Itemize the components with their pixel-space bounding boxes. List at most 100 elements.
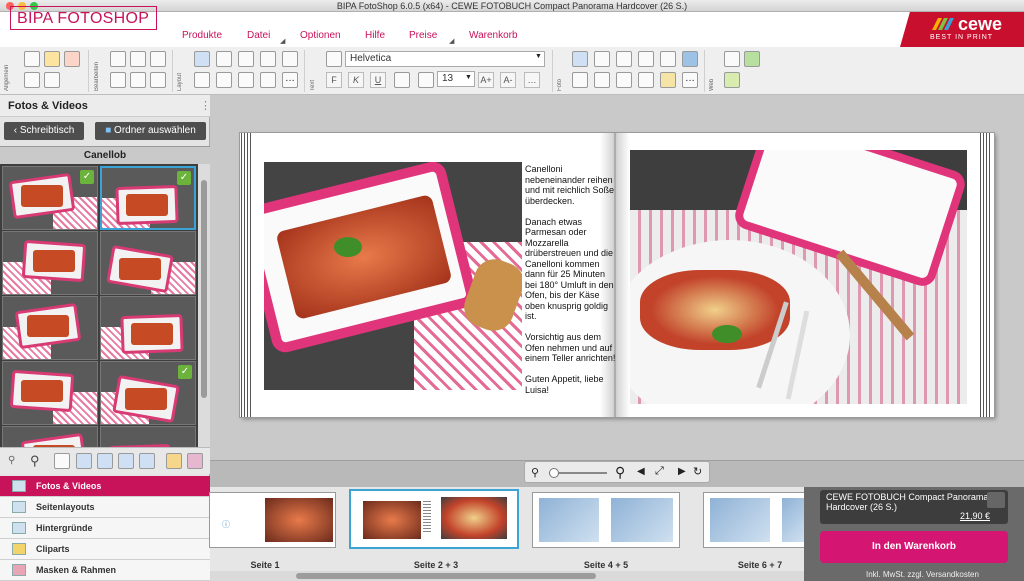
italic-button[interactable]: K <box>348 72 364 88</box>
grid-icon[interactable] <box>194 51 210 67</box>
menu-hilfe[interactable]: Hilfe <box>365 30 385 41</box>
spread-page-6-7[interactable] <box>704 493 804 547</box>
globe-icon[interactable] <box>682 51 698 67</box>
photo-thumbnail[interactable] <box>2 361 98 425</box>
filmstrip-scrollbar[interactable] <box>210 571 804 581</box>
photo-thumbnail[interactable] <box>100 231 196 295</box>
gift-icon[interactable] <box>64 51 80 67</box>
shadow-icon[interactable] <box>660 51 676 67</box>
view-large-icon[interactable] <box>118 453 134 469</box>
menu-optionen[interactable]: Optionen <box>300 30 341 41</box>
add-to-cart-button[interactable]: In den Warenkorb <box>820 531 1008 563</box>
photo-more-icon[interactable]: … <box>682 72 698 88</box>
right-page-photo[interactable] <box>630 150 967 404</box>
order-price[interactable]: 21,90 € <box>960 511 990 521</box>
save-as-icon[interactable] <box>24 72 40 88</box>
scrollbar-thumb[interactable] <box>296 573 596 579</box>
delete-icon[interactable] <box>150 51 166 67</box>
crop-icon[interactable] <box>638 51 654 67</box>
nav-fotos-videos[interactable]: Fotos & Videos <box>0 476 210 497</box>
photo-edit-icon[interactable] <box>572 51 588 67</box>
font-family-select[interactable]: Helvetica <box>345 51 545 67</box>
duplicate-icon[interactable] <box>150 72 166 88</box>
menu-produkte[interactable]: Produkte <box>182 30 222 41</box>
nav-hintergruende[interactable]: Hintergründe <box>0 518 210 539</box>
photo-grid-scrollbar[interactable] <box>198 164 210 447</box>
effects-icon[interactable] <box>616 72 632 88</box>
rotate-photo-icon[interactable] <box>616 51 632 67</box>
grid-view-icon[interactable] <box>54 453 70 469</box>
sort-icon[interactable] <box>187 453 203 469</box>
paste-icon[interactable] <box>130 51 146 67</box>
view-small-icon[interactable] <box>76 453 92 469</box>
font-color-icon[interactable] <box>394 72 410 88</box>
photo-thumbnail[interactable] <box>100 426 196 447</box>
copy-icon[interactable] <box>130 72 146 88</box>
text-more-icon[interactable]: … <box>524 72 540 88</box>
spread-page-1[interactable]: ⓘ <box>210 493 335 547</box>
remove-layout-icon[interactable] <box>260 72 276 88</box>
back-to-desktop-button[interactable]: ‹ Schreibtisch <box>4 122 84 140</box>
menu-warenkorb[interactable]: Warenkorb <box>469 30 518 41</box>
cut-icon[interactable] <box>110 72 126 88</box>
filter-icon[interactable] <box>166 453 182 469</box>
undo-icon[interactable] <box>216 72 232 88</box>
rotate-icon[interactable] <box>216 51 232 67</box>
fit-screen-icon[interactable]: ⤢ <box>655 465 664 478</box>
zoom-out-small-icon[interactable]: ⚲ <box>8 455 15 466</box>
photo-thumbnail[interactable] <box>100 296 196 360</box>
magnet-icon[interactable] <box>194 72 210 88</box>
text-box-icon[interactable] <box>326 51 342 67</box>
web-share-icon[interactable] <box>724 72 740 88</box>
scrollbar-thumb[interactable] <box>201 180 207 398</box>
chevron-right-icon[interactable]: ▶ <box>678 466 686 477</box>
new-project-icon[interactable] <box>44 51 60 67</box>
people-icon[interactable] <box>594 51 610 67</box>
zoom-out-icon[interactable]: ⚲ <box>531 466 539 479</box>
view-list-icon[interactable] <box>139 453 155 469</box>
photo-thumbnail[interactable] <box>2 231 98 295</box>
page-text-box[interactable]: Canelloni nebeneinander reihen und mit r… <box>525 164 618 395</box>
nav-cliparts[interactable]: Cliparts <box>0 539 210 560</box>
mirror-icon[interactable] <box>238 72 254 88</box>
web-upload-icon[interactable] <box>724 51 740 67</box>
photo-thumbnail[interactable]: ✓ <box>2 166 98 230</box>
font-grow-icon[interactable]: A+ <box>478 72 494 88</box>
nav-masken-rahmen[interactable]: Masken & Rahmen <box>0 560 210 581</box>
left-page-photo[interactable] <box>264 162 522 390</box>
zoom-in-icon[interactable]: ⚲ <box>615 464 625 481</box>
share-icon[interactable] <box>110 51 126 67</box>
text-fill-icon[interactable] <box>418 72 434 88</box>
spread-label-6-7: Seite 6 + 7 <box>737 560 783 570</box>
menu-datei[interactable]: Datei <box>247 30 270 41</box>
chevron-left-icon[interactable]: ◀ <box>637 466 645 477</box>
photo-thumbnail[interactable]: ✓ <box>100 166 196 230</box>
border-icon[interactable] <box>660 72 676 88</box>
underline-button[interactable]: U <box>370 72 386 88</box>
zoom-slider-knob[interactable] <box>549 468 559 478</box>
redeye-icon[interactable] <box>594 72 610 88</box>
spread-page-4-5[interactable] <box>533 493 679 547</box>
layer-down-icon[interactable] <box>260 51 276 67</box>
font-shrink-icon[interactable]: A- <box>500 72 516 88</box>
frame-icon[interactable] <box>638 72 654 88</box>
menu-preise[interactable]: Preise <box>409 30 437 41</box>
rotate-view-icon[interactable]: ↻ <box>693 465 702 478</box>
more-icon[interactable]: … <box>282 72 298 88</box>
spread-page-2-3[interactable] <box>351 491 517 547</box>
pen-icon[interactable] <box>572 72 588 88</box>
view-medium-icon[interactable] <box>97 453 113 469</box>
photo-thumbnail[interactable] <box>2 296 98 360</box>
gear-icon[interactable] <box>44 72 60 88</box>
photo-basil <box>712 325 742 343</box>
photo-thumbnail[interactable] <box>2 426 98 447</box>
bold-button[interactable]: F <box>326 72 342 88</box>
save-icon[interactable] <box>24 51 40 67</box>
align-icon[interactable] <box>282 51 298 67</box>
photo-thumbnail[interactable]: ✓ <box>100 361 196 425</box>
choose-folder-button[interactable]: ■ Ordner auswählen <box>95 122 206 140</box>
layer-up-icon[interactable] <box>238 51 254 67</box>
zoom-in-icon[interactable]: ⚲ <box>30 453 40 469</box>
nav-seitenlayouts[interactable]: Seitenlayouts <box>0 497 210 518</box>
web-globe-icon[interactable] <box>744 51 760 67</box>
